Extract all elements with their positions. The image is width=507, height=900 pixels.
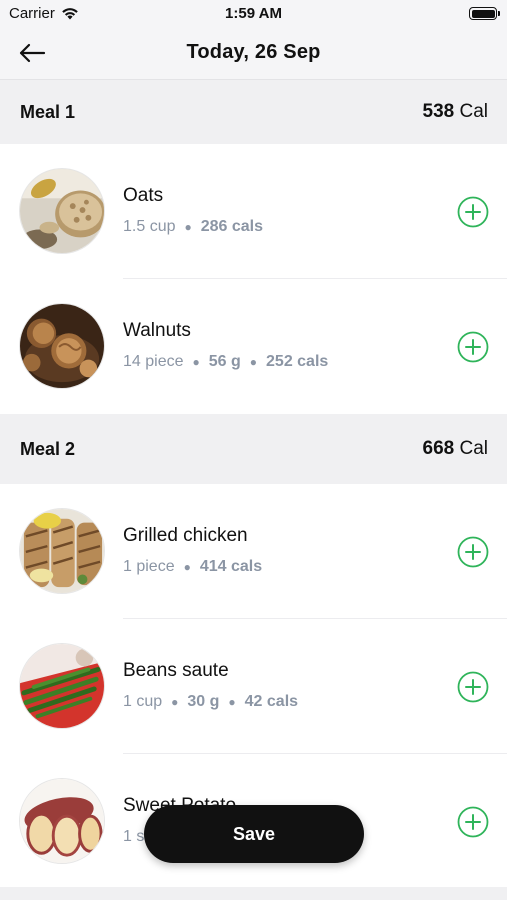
- status-time: 1:59 AM: [225, 5, 282, 22]
- oats-photo: [19, 168, 105, 254]
- sweet-potato-photo: [19, 778, 105, 864]
- nav-bar: Today, 26 Sep: [0, 28, 507, 80]
- food-row-oats[interactable]: Oats 1.5 cup ● 286 cals: [0, 144, 507, 279]
- page-title: Today, 26 Sep: [186, 41, 321, 63]
- food-name: Grilled chicken: [123, 525, 248, 546]
- bottom-strip: [0, 887, 507, 900]
- status-bar: Carrier 1:59 AM: [0, 0, 507, 28]
- food-meta: 1.5 cup ● 286 cals: [123, 218, 264, 235]
- add-circle-icon[interactable]: [457, 671, 489, 703]
- walnuts-photo: [19, 303, 105, 389]
- food-name: Oats: [123, 185, 164, 206]
- food-name: Beans saute: [123, 660, 229, 681]
- food-row-walnuts[interactable]: Walnuts 14 piece ● 56 g ● 252 cals: [0, 279, 507, 414]
- meal-header: Meal 2 668 Cal: [0, 414, 507, 484]
- food-meta: 14 piece ● 56 g ● 252 cals: [123, 353, 329, 370]
- food-meta: 1 piece ● 414 cals: [123, 558, 263, 575]
- meal-calories: 668 Cal: [422, 438, 489, 459]
- food-name: Walnuts: [123, 320, 191, 341]
- meal-title: Meal 1: [20, 101, 76, 122]
- grilled-chicken-photo: [19, 508, 105, 594]
- beans-photo: [19, 643, 105, 729]
- battery-icon: [469, 7, 500, 20]
- meal-title: Meal 2: [20, 438, 76, 459]
- add-circle-icon[interactable]: [457, 536, 489, 568]
- food-meta: 1 cup ● 30 g ● 42 cals: [123, 693, 299, 710]
- meal-calories: 538 Cal: [422, 101, 489, 122]
- food-row-beans-saute[interactable]: Beans saute 1 cup ● 30 g ● 42 cals: [0, 619, 507, 754]
- add-circle-icon[interactable]: [457, 331, 489, 363]
- add-circle-icon[interactable]: [457, 196, 489, 228]
- food-meta: 1 s: [123, 828, 145, 845]
- food-row-grilled-chicken[interactable]: Grilled chicken 1 piece ● 414 cals: [0, 484, 507, 619]
- save-button[interactable]: Save: [144, 805, 364, 863]
- add-circle-icon[interactable]: [457, 806, 489, 838]
- meal-header: Meal 1 538 Cal: [0, 80, 507, 144]
